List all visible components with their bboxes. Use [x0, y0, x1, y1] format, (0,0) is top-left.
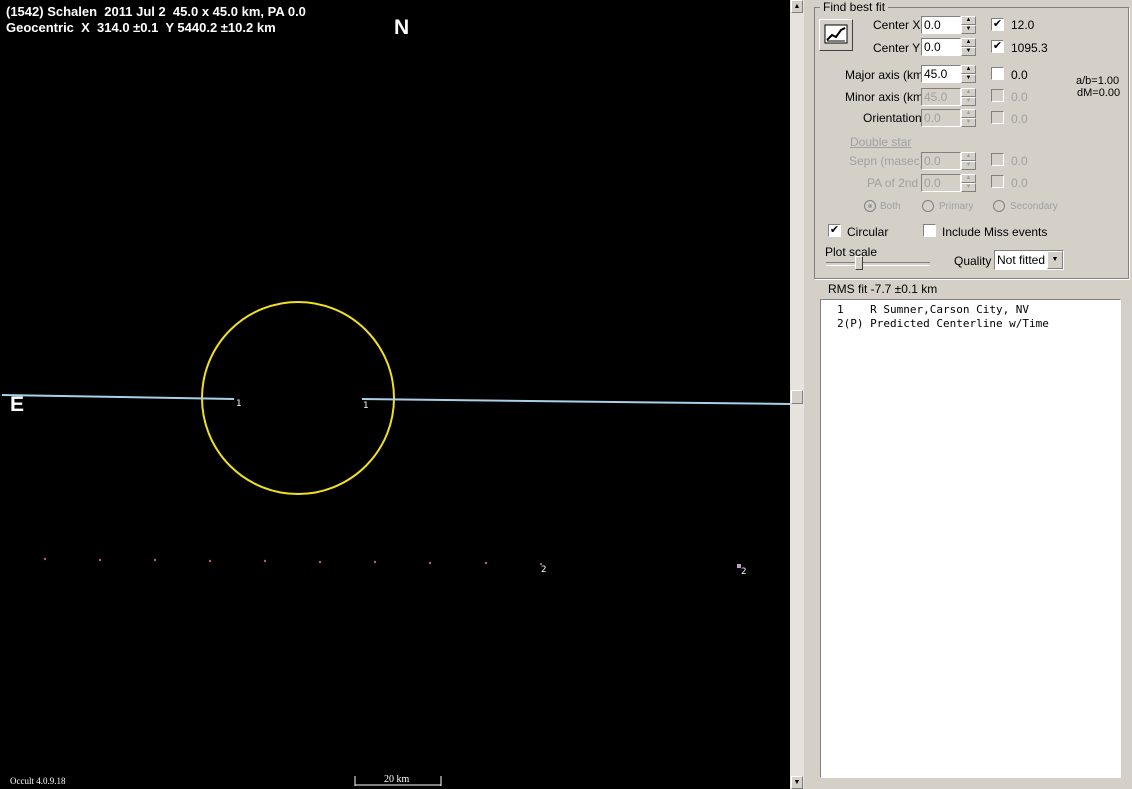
- minor-axis-label: Minor axis (km): [845, 90, 928, 104]
- center-x-label: Center X: [873, 18, 921, 32]
- major-axis-label: Major axis (km): [845, 68, 928, 82]
- sepn-spinner[interactable]: 0.0 ▲ ▼: [921, 152, 976, 170]
- group-title: Find best fit: [820, 0, 889, 14]
- double-star-label: Double star: [850, 135, 912, 149]
- sepn-input[interactable]: 0.0: [921, 152, 961, 170]
- radio-secondary-label: Secondary: [1010, 201, 1058, 212]
- pa2nd-result: 0.0: [1011, 176, 1028, 190]
- major-axis-checkbox[interactable]: [991, 67, 1004, 80]
- spin-down-icon[interactable]: ▼: [961, 97, 976, 106]
- major-axis-input[interactable]: 45.0: [921, 65, 961, 83]
- orientation-spinner[interactable]: 0.0 ▲ ▼: [921, 109, 976, 127]
- minor-axis-spinner[interactable]: 45.0 ▲ ▼: [921, 88, 976, 106]
- pa2nd-label: PA of 2nd: [867, 176, 919, 190]
- spin-down-icon[interactable]: ▼: [961, 25, 976, 34]
- chord-line-left: [1, 394, 235, 400]
- circular-checkbox[interactable]: ✔: [828, 224, 841, 237]
- orientation-input[interactable]: 0.0: [921, 109, 961, 127]
- circular-label: Circular: [847, 225, 889, 239]
- scroll-down-icon[interactable]: ▼: [791, 776, 803, 789]
- center-x-checkbox[interactable]: ✔: [991, 18, 1004, 31]
- fit-settings-panel: Find best fit Center X 0.0 ▲ ▼ ✔ 12.0 Ce…: [804, 0, 1132, 789]
- major-axis-spinner[interactable]: 45.0 ▲ ▼: [921, 65, 976, 83]
- spin-down-icon[interactable]: ▼: [961, 161, 976, 170]
- radio-both-label: Both: [880, 201, 901, 212]
- radio-secondary[interactable]: [993, 200, 1005, 212]
- predicted-centerline-dots: [43, 557, 741, 568]
- radio-primary-label: Primary: [939, 201, 974, 212]
- radio-both[interactable]: [864, 200, 876, 212]
- pa2nd-spinner[interactable]: 0.0 ▲ ▼: [921, 174, 976, 192]
- pa2nd-input[interactable]: 0.0: [921, 174, 961, 192]
- list-item[interactable]: 1 R Sumner,Carson City, NV: [837, 303, 1029, 316]
- ab-ratio: a/b=1.00: [1076, 75, 1120, 87]
- plot-vertical-scrollbar[interactable]: ▲ ▼: [790, 0, 804, 789]
- scroll-up-icon[interactable]: ▲: [791, 0, 803, 13]
- observer-list[interactable]: 1 R Sumner,Carson City, NV 2(P) Predicte…: [820, 299, 1121, 778]
- quality-select[interactable]: Not fitted ▼: [994, 250, 1064, 270]
- center-y-result: 1095.3: [1011, 41, 1048, 55]
- scroll-thumb[interactable]: [791, 390, 803, 404]
- center-y-label: Center Y: [873, 41, 921, 55]
- find-best-fit-button[interactable]: [819, 19, 853, 51]
- plot-canvas: [1, 301, 790, 786]
- spin-up-icon[interactable]: ▲: [961, 38, 976, 47]
- sepn-label: Sepn (masec): [849, 154, 924, 168]
- spin-up-icon[interactable]: ▲: [961, 65, 976, 74]
- spin-up-icon[interactable]: ▲: [961, 88, 976, 97]
- plot-scale-track[interactable]: [826, 262, 930, 266]
- spin-up-icon[interactable]: ▲: [961, 152, 976, 161]
- chord-label-right: 1: [363, 401, 369, 411]
- include-miss-checkbox[interactable]: [923, 224, 936, 237]
- major-axis-result: 0.0: [1011, 68, 1028, 82]
- orientation-result: 0.0: [1011, 112, 1028, 126]
- sepn-checkbox[interactable]: [991, 153, 1004, 166]
- version-label: Occult 4.0.9.18: [10, 776, 66, 786]
- plot-title: (1542) Schalen 2011 Jul 2 45.0 x 45.0 km…: [6, 4, 306, 19]
- minor-axis-checkbox[interactable]: [991, 89, 1004, 102]
- predicted-label-2: 2: [741, 567, 747, 577]
- center-x-spinner[interactable]: 0.0 ▲ ▼: [921, 16, 976, 34]
- plot-geocentric-coords: Geocentric X 314.0 ±0.1 Y 5440.2 ±10.2 k…: [6, 20, 276, 35]
- include-miss-label: Include Miss events: [942, 225, 1048, 239]
- plot-scale-thumb[interactable]: [855, 256, 863, 270]
- quality-value: Not fitted: [997, 253, 1046, 267]
- minor-axis-input[interactable]: 45.0: [921, 88, 961, 106]
- north-label: N: [394, 16, 410, 39]
- orientation-checkbox[interactable]: [991, 111, 1004, 124]
- spin-down-icon[interactable]: ▼: [961, 74, 976, 83]
- minor-axis-result: 0.0: [1011, 90, 1028, 104]
- orientation-label: Orientation: [863, 111, 922, 125]
- radio-primary[interactable]: [922, 200, 934, 212]
- spin-down-icon[interactable]: ▼: [961, 118, 976, 127]
- occultation-plot[interactable]: (1542) Schalen 2011 Jul 2 45.0 x 45.0 km…: [0, 0, 790, 789]
- chord-line-right: [361, 398, 790, 405]
- sepn-result: 0.0: [1011, 154, 1028, 168]
- spin-up-icon[interactable]: ▲: [961, 174, 976, 183]
- quality-label: Quality: [954, 254, 992, 268]
- chord-label-left: 1: [236, 399, 242, 409]
- pa2nd-checkbox[interactable]: [991, 175, 1004, 188]
- center-y-input[interactable]: 0.0: [921, 38, 961, 56]
- spin-up-icon[interactable]: ▲: [961, 109, 976, 118]
- spin-down-icon[interactable]: ▼: [961, 47, 976, 56]
- dm-value: dM=0.00: [1077, 87, 1121, 99]
- center-y-spinner[interactable]: 0.0 ▲ ▼: [921, 38, 976, 56]
- scale-bar-label: 20 km: [384, 774, 410, 785]
- east-label: E: [10, 393, 25, 416]
- center-x-result: 12.0: [1011, 18, 1035, 32]
- list-item[interactable]: 2(P) Predicted Centerline w/Time: [837, 317, 1049, 330]
- chart-fit-icon: [824, 24, 848, 44]
- predicted-label-1: 2: [541, 565, 547, 575]
- spin-down-icon[interactable]: ▼: [961, 183, 976, 192]
- chevron-down-icon[interactable]: ▼: [1047, 251, 1063, 269]
- spin-up-icon[interactable]: ▲: [961, 16, 976, 25]
- plot-scale-label: Plot scale: [825, 245, 878, 259]
- center-y-checkbox[interactable]: ✔: [991, 40, 1004, 53]
- center-x-input[interactable]: 0.0: [921, 16, 961, 34]
- rms-fit: RMS fit -7.7 ±0.1 km: [828, 282, 938, 296]
